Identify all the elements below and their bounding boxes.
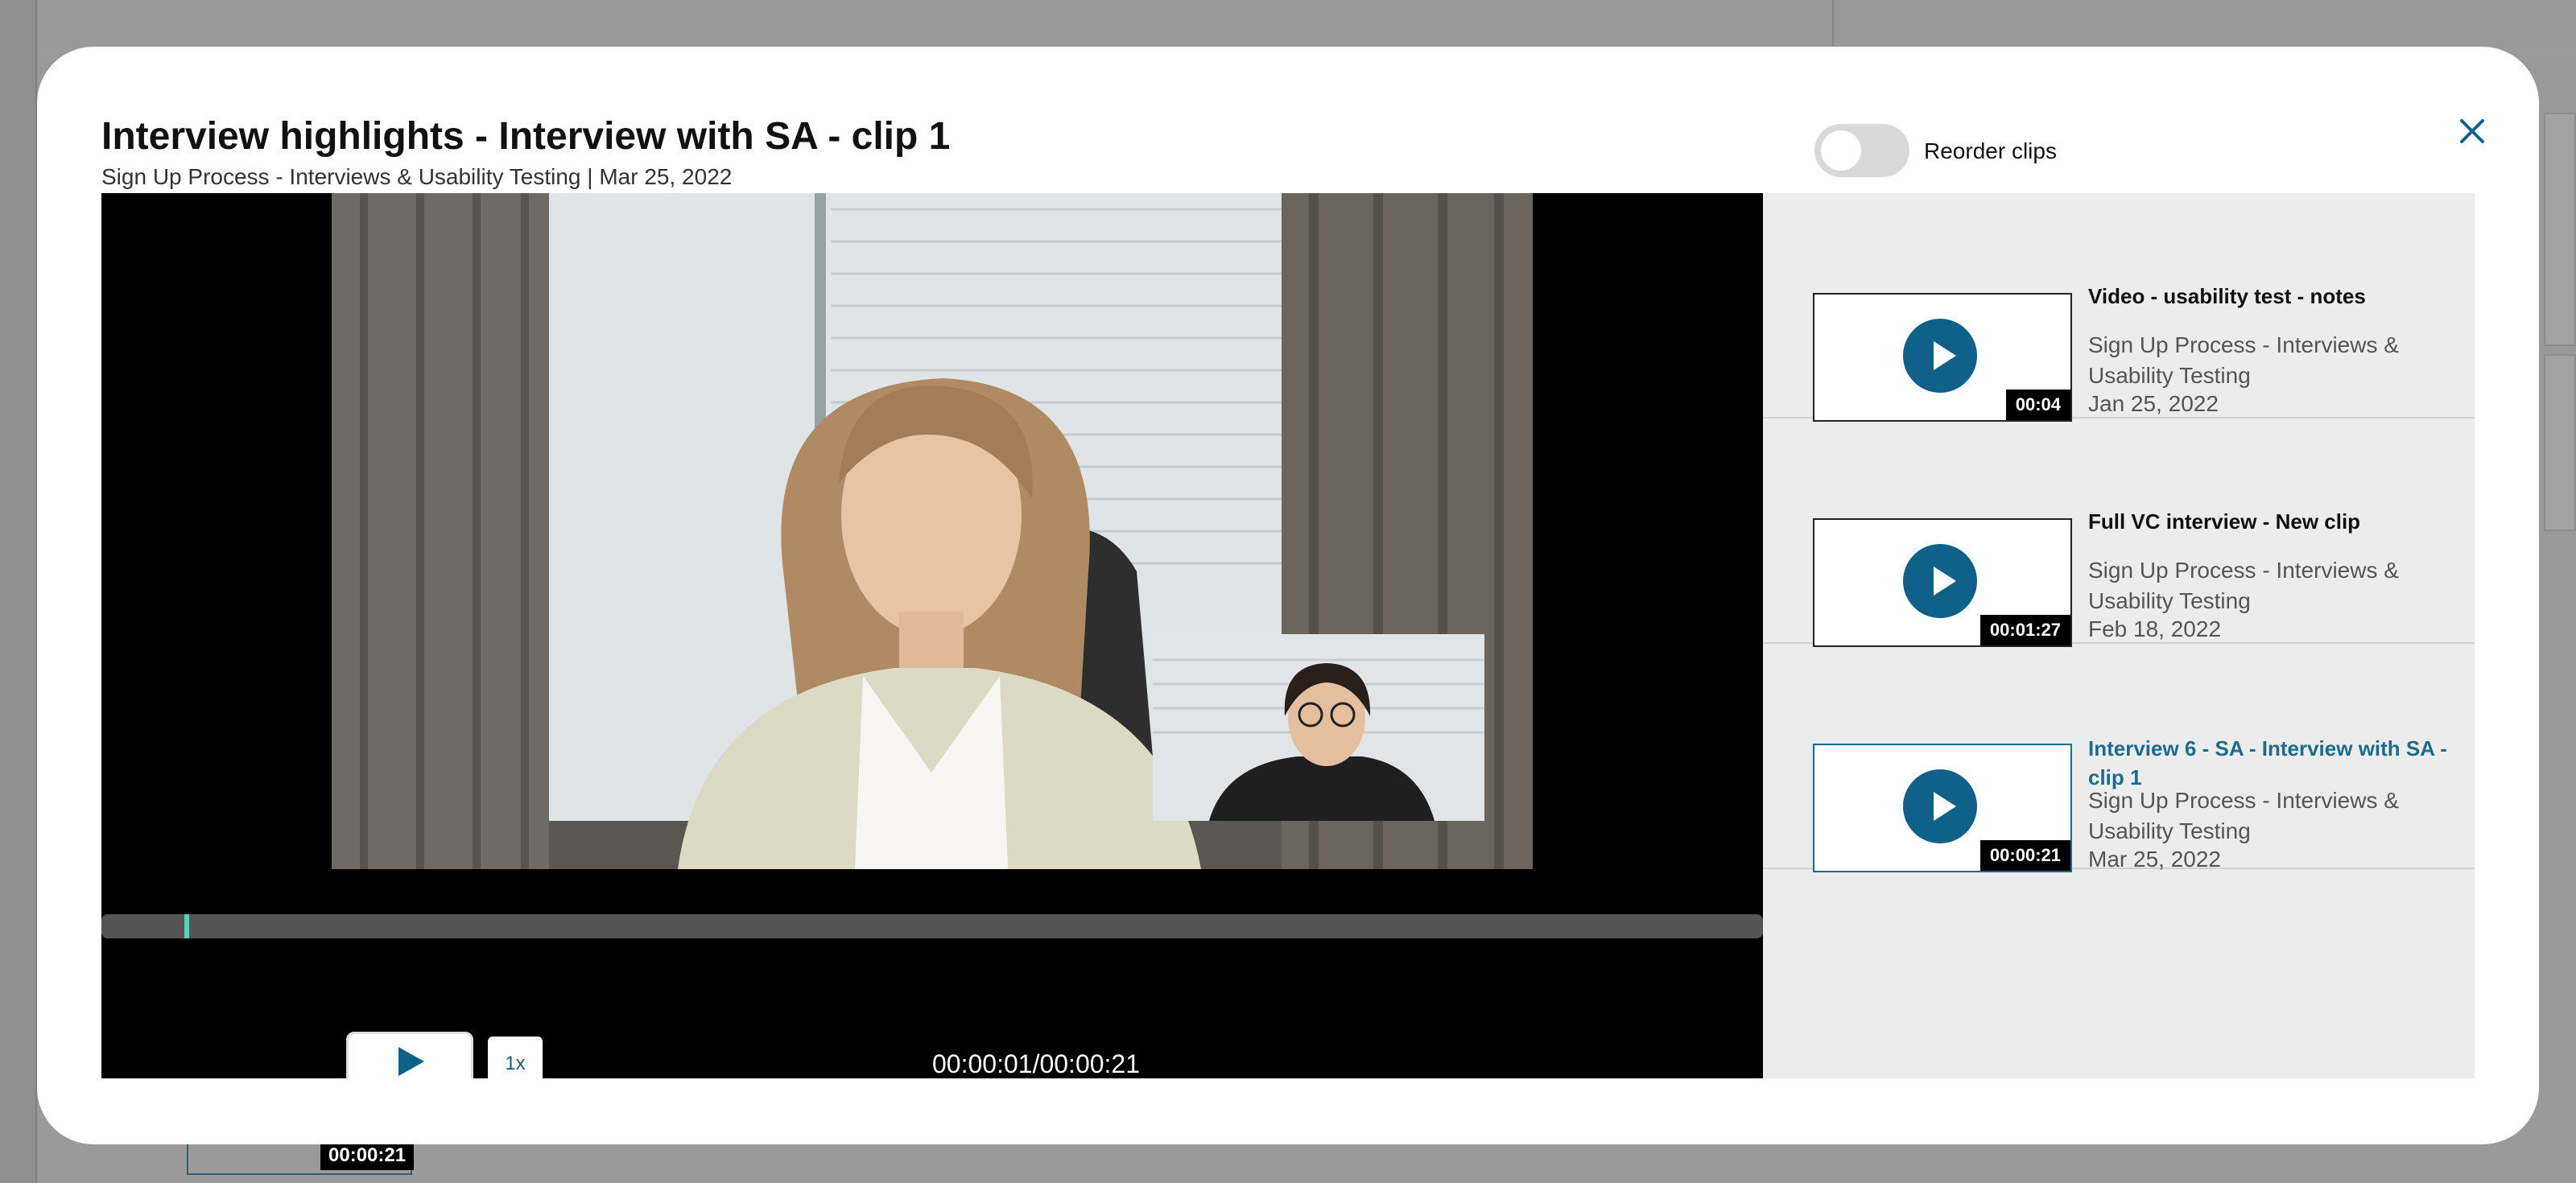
- clip-item[interactable]: 00:01:27 Full VC interview - New clip Si…: [1763, 418, 2475, 647]
- background-card: [2544, 113, 2576, 346]
- play-circle-icon: [1903, 319, 1977, 393]
- background-clip-duration: 00:00:21: [320, 1141, 415, 1170]
- subtitle-separator: |: [587, 164, 593, 189]
- clip-duration: 00:00:21: [1979, 840, 2070, 871]
- reorder-clips-toggle[interactable]: [1814, 124, 1909, 177]
- subtitle-date: Mar 25, 2022: [599, 164, 733, 189]
- clip-thumbnail[interactable]: 00:01:27: [1813, 518, 2072, 647]
- clip-project: Sign Up Process - Interviews & Usability…: [2088, 332, 2399, 388]
- clip-project: Sign Up Process - Interviews & Usability…: [2088, 788, 2399, 843]
- clip-thumbnail[interactable]: 00:00:21: [1813, 744, 2072, 872]
- clip-thumbnail[interactable]: 00:04: [1813, 293, 2072, 422]
- play-circle-icon: [1903, 544, 1977, 618]
- subtitle-project: Sign Up Process - Interviews & Usability…: [101, 164, 581, 189]
- play-button[interactable]: [346, 1032, 473, 1078]
- progress-bar[interactable]: [101, 914, 1763, 938]
- clip-item[interactable]: 00:04 Video - usability test - notes Sig…: [1763, 193, 2475, 422]
- toggle-knob: [1821, 130, 1861, 171]
- timecode: 00:00:01/00:00:21: [932, 1049, 1141, 1078]
- clip-duration: 00:01:27: [1979, 615, 2070, 645]
- progress-marker[interactable]: [184, 914, 189, 938]
- playback-speed-button[interactable]: 1x: [488, 1037, 543, 1078]
- clip-project: Sign Up Process - Interviews & Usability…: [2088, 558, 2399, 613]
- background-card: [2544, 354, 2576, 531]
- clip-date: Mar 25, 2022: [2088, 847, 2221, 872]
- play-circle-icon: [1903, 769, 1977, 843]
- clip-duration: 00:04: [2005, 390, 2070, 420]
- video-frame[interactable]: [332, 193, 1533, 869]
- clip-date: Feb 18, 2022: [2088, 616, 2222, 641]
- clip-item-active[interactable]: 00:00:21 Interview 6 - SA - Interview wi…: [1763, 644, 2475, 872]
- background-divider: [1832, 0, 1834, 48]
- clip-title[interactable]: Full VC interview - New clip: [2088, 507, 2450, 536]
- clip-viewer-modal: Interview highlights - Interview with SA…: [37, 47, 2539, 1144]
- background-sidebar: [0, 0, 37, 1183]
- reorder-clips-label: Reorder clips: [1924, 138, 2057, 163]
- modal-subtitle: Sign Up Process - Interviews & Usability…: [101, 164, 732, 190]
- close-icon[interactable]: [2452, 111, 2492, 151]
- clip-title[interactable]: Video - usability test - notes: [2088, 282, 2450, 311]
- video-player[interactable]: 1x 00:00:01/00:00:21: [101, 193, 1763, 1078]
- clip-list: 00:04 Video - usability test - notes Sig…: [1763, 193, 2475, 1078]
- modal-title: Interview highlights - Interview with SA…: [101, 115, 951, 158]
- clip-date: Jan 25, 2022: [2088, 391, 2219, 416]
- clip-title[interactable]: Interview 6 - SA - Interview with SA - c…: [2088, 734, 2450, 792]
- background-header: [37, 0, 2576, 48]
